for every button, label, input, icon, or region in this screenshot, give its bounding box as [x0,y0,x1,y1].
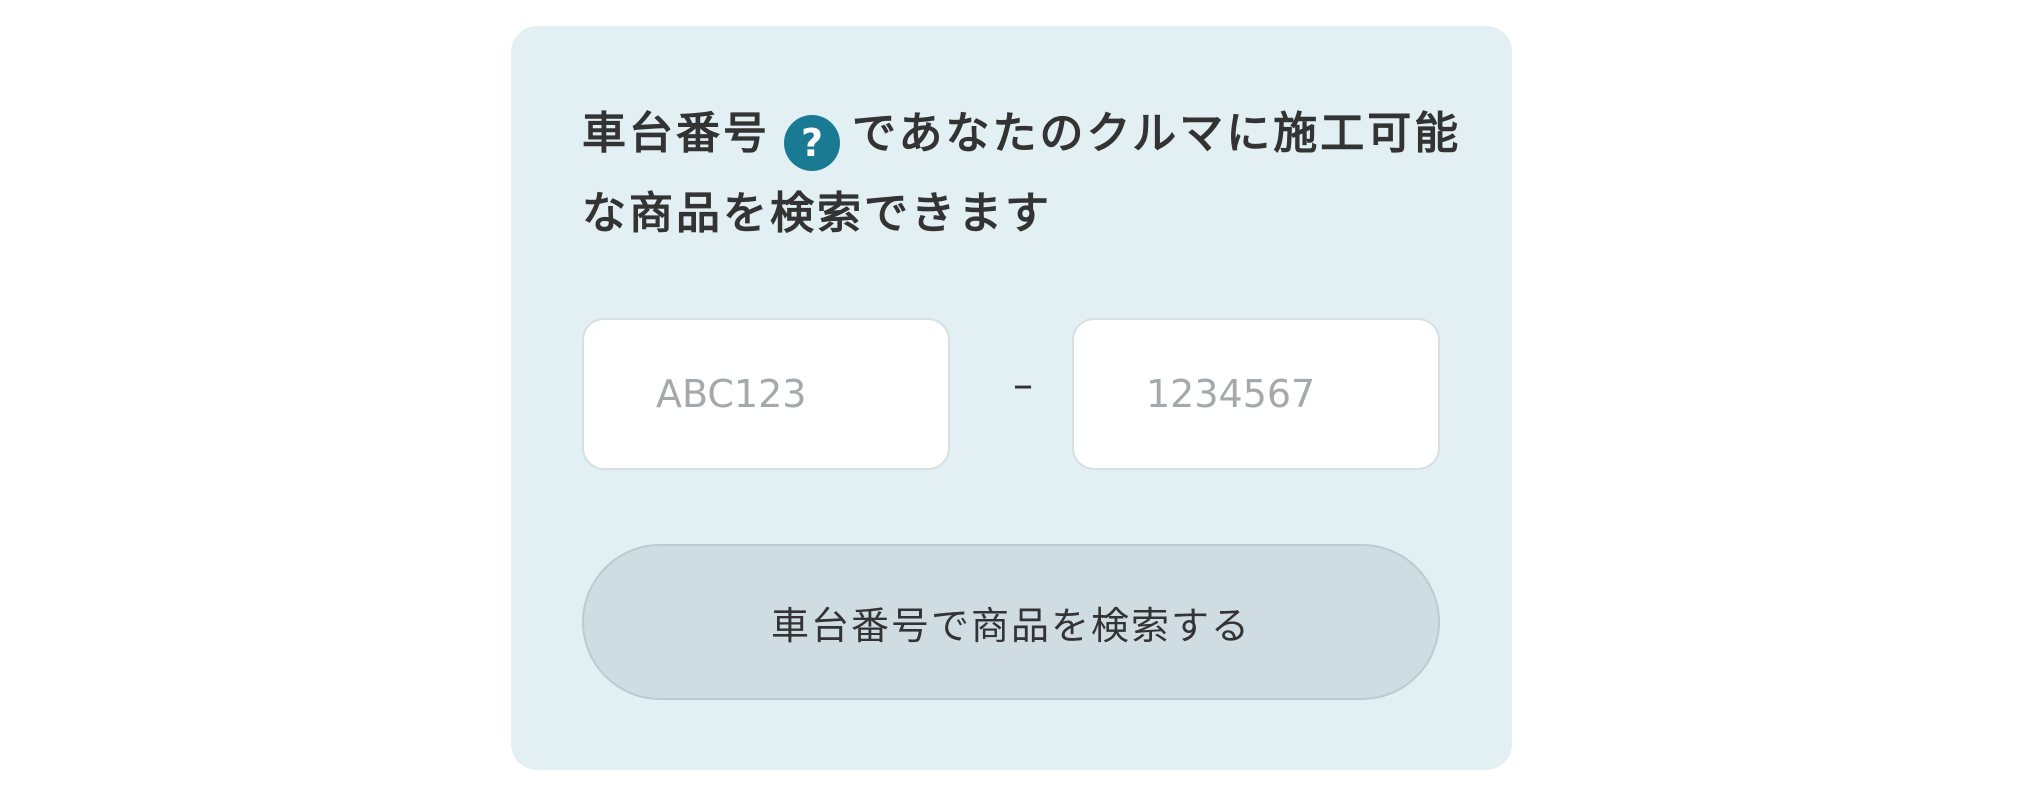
field-separator: – [1013,362,1033,408]
chassis-model-input[interactable] [582,318,950,470]
heading-chassis-number-label: 車台番号 [582,108,770,159]
search-by-chassis-number-button[interactable]: 車台番号で商品を検索する [582,544,1440,700]
question-circle-icon[interactable]: ? [784,115,840,171]
chassis-number-search-card: 車台番号?であなたのクルマに施工可能な商品を検索できます – 車台番号で商品を検… [511,26,1512,770]
search-heading: 車台番号? であなたのクルマに施工可能な商品を検索できます [582,94,1462,254]
chassis-serial-input[interactable] [1072,318,1440,470]
